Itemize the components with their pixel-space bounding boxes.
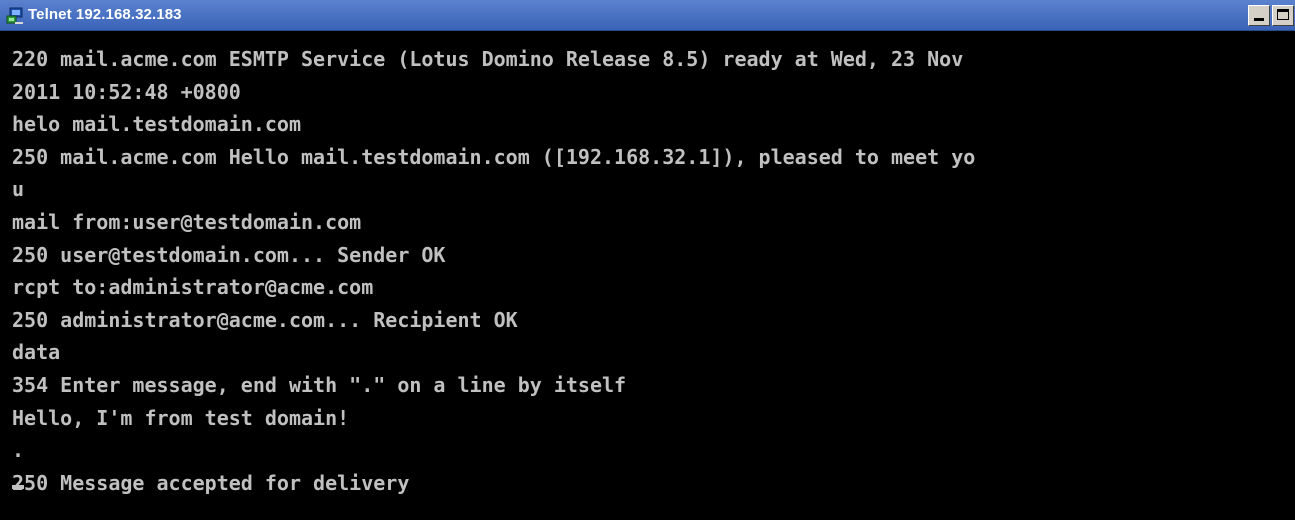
text-cursor (12, 485, 24, 489)
console-line: Hello, I'm from test domain! (12, 405, 350, 430)
window-title: Telnet 192.168.32.183 (28, 6, 182, 23)
console-line: . (12, 438, 25, 463)
console-line: 250 mail.acme.com Hello mail.testdomain.… (12, 144, 976, 169)
maximize-button[interactable] (1272, 5, 1294, 26)
console-area[interactable]: 220 mail.acme.com ESMTP Service (Lotus D… (0, 31, 1295, 520)
console-line: u (12, 177, 25, 202)
console-line: 220 mail.acme.com ESMTP Service (Lotus D… (12, 47, 964, 71)
minimize-button[interactable] (1248, 5, 1270, 26)
title-bar[interactable]: Telnet 192.168.32.183 (0, 0, 1295, 31)
minimize-icon (1254, 18, 1264, 21)
console-line: 250 Message accepted for delivery (12, 470, 410, 495)
maximize-icon (1277, 9, 1289, 20)
console-line: helo mail.testdomain.com (12, 112, 301, 137)
console-line: 2011 10:52:48 +0800 (12, 79, 241, 104)
console-line: 250 administrator@acme.com... Recipient … (12, 307, 518, 332)
console-line: 354 Enter message, end with "." on a lin… (12, 372, 627, 397)
console-line: rcpt to:administrator@acme.com (12, 275, 374, 300)
console-line: data (12, 340, 61, 365)
console-output: 220 mail.acme.com ESMTP Service (Lotus D… (12, 43, 1295, 499)
telnet-window: Telnet 192.168.32.183 220 mail.acme.com … (0, 0, 1295, 520)
console-line: mail from:user@testdomain.com (12, 209, 362, 234)
console-line: 250 user@testdomain.com... Sender OK (12, 242, 446, 267)
telnet-app-icon (6, 7, 23, 24)
